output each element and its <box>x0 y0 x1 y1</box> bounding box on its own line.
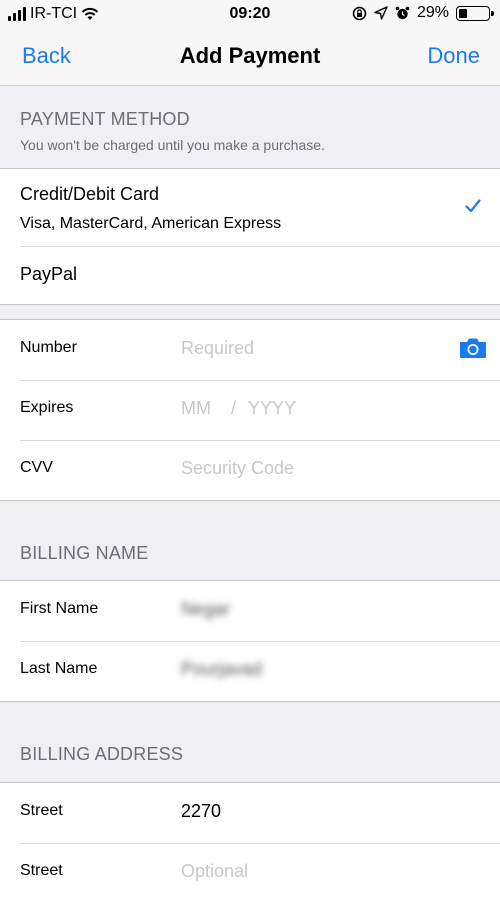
expires-label: Expires <box>20 399 74 416</box>
expires-separator: / <box>231 398 237 418</box>
billing-name-list: First Name Negar Last Name Pourjavad <box>0 580 500 702</box>
street-row: Street 2270 <box>0 783 500 843</box>
expires-month-input[interactable]: MM <box>181 398 211 419</box>
card-details-list: Number Required Expires MM / YYYY CVV Se… <box>0 319 500 501</box>
last-name-row: Last Name Pourjavad <box>0 641 500 701</box>
battery-fill <box>459 8 467 18</box>
first-name-label: First Name <box>20 600 99 617</box>
alarm-icon <box>395 6 410 19</box>
expires-row: Expires MM / YYYY <box>0 380 500 440</box>
payment-method-header: PAYMENT METHOD <box>20 109 190 129</box>
card-number-row: Number Required <box>0 320 500 380</box>
card-number-input[interactable]: Required <box>181 338 254 359</box>
last-name-input[interactable]: Pourjavad <box>181 659 262 680</box>
street-optional-input[interactable]: Optional <box>181 861 248 882</box>
navigation-bar: Back Add Payment Done <box>0 30 500 86</box>
street-label: Street <box>20 802 63 819</box>
payment-option-title: PayPal <box>20 264 78 284</box>
cvv-label: CVV <box>20 459 53 476</box>
status-right: 29% <box>352 4 494 22</box>
status-bar: IR-TCI 09:20 29% <box>0 0 500 30</box>
first-name-input[interactable]: Negar <box>181 599 230 620</box>
payment-option-credit-card[interactable]: Credit/Debit Card Visa, MasterCard, Amer… <box>0 169 500 246</box>
street-input[interactable]: 2270 <box>181 801 221 822</box>
billing-address-list: Street 2270 Street Optional <box>0 782 500 903</box>
last-name-label: Last Name <box>20 660 98 677</box>
camera-icon[interactable] <box>459 337 487 359</box>
payment-method-subheader: You won't be charged until you make a pu… <box>20 137 325 153</box>
battery-percent: 29% <box>416 4 449 21</box>
battery-icon <box>456 5 494 21</box>
first-name-row: First Name Negar <box>0 581 500 641</box>
street-row: Street Optional <box>0 843 500 903</box>
done-button[interactable]: Done <box>427 43 480 69</box>
cvv-row: CVV Security Code <box>0 440 500 500</box>
billing-address-header: BILLING ADDRESS <box>20 744 184 764</box>
cvv-input[interactable]: Security Code <box>181 458 294 479</box>
location-icon <box>374 6 388 20</box>
page-title: Add Payment <box>179 43 321 68</box>
payment-option-title: Credit/Debit Card <box>20 184 160 204</box>
payment-method-list: Credit/Debit Card Visa, MasterCard, Amer… <box>0 168 500 305</box>
street-label: Street <box>20 862 63 879</box>
billing-name-header: BILLING NAME <box>20 543 149 563</box>
rotation-lock-icon <box>352 6 367 20</box>
card-number-label: Number <box>20 339 77 356</box>
payment-option-subtitle: Visa, MasterCard, American Express <box>20 215 282 232</box>
expires-year-input[interactable]: YYYY <box>248 398 296 419</box>
checkmark-icon <box>465 199 481 213</box>
payment-option-paypal[interactable]: PayPal <box>0 246 500 304</box>
